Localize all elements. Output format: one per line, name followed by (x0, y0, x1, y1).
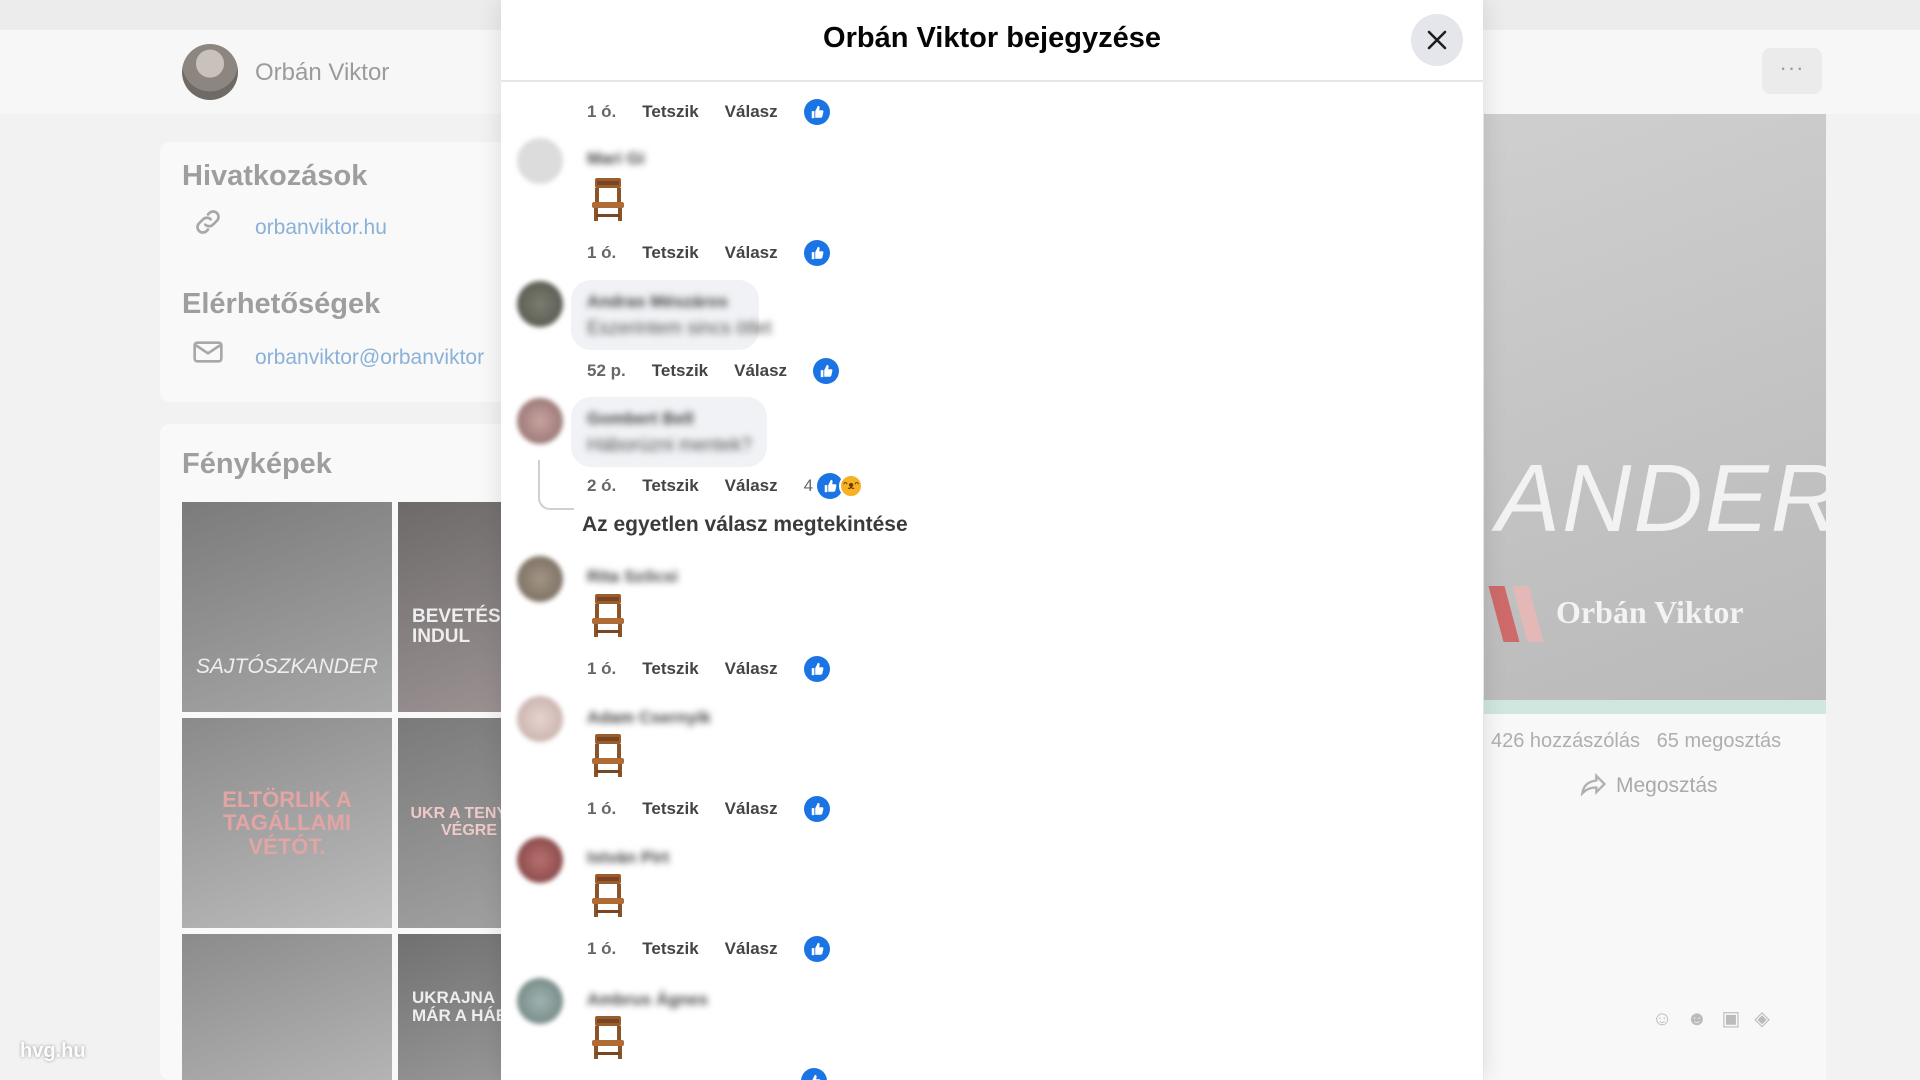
avatar[interactable] (517, 138, 563, 184)
like-button[interactable]: Tetszik (642, 939, 698, 959)
photo-thumbnail[interactable]: ELTÖRLIK A TAGÁLLAMI VÉTÓT. (182, 718, 392, 928)
reply-button[interactable]: Válasz (725, 243, 778, 263)
close-button[interactable] (1411, 14, 1463, 66)
chair-icon (589, 592, 627, 637)
chair-icon (589, 732, 627, 777)
reply-connector (538, 460, 574, 510)
post-image-brand: Orbán Viktor (1556, 594, 1744, 630)
chair-icon (589, 1014, 627, 1059)
like-reaction-icon[interactable] (803, 99, 830, 125)
reply-button[interactable]: Válasz (725, 476, 778, 496)
gif-icon[interactable]: ▣ (1721, 1008, 1754, 1030)
email-link[interactable]: orbanviktor@orbanviktor (255, 346, 484, 370)
avatar[interactable] (517, 696, 563, 742)
like-button[interactable]: Tetszik (642, 243, 698, 263)
close-icon (1427, 30, 1447, 50)
post-stats: 426 hozzászólás 65 megosztás (1491, 730, 1781, 753)
comment-meta: 52 p. Tetszik Válasz (587, 358, 840, 384)
comment-meta (801, 1068, 827, 1080)
reaction-count[interactable]: 4 (804, 476, 813, 496)
comment-author[interactable]: Rita Szőcsi (587, 567, 678, 587)
contact-title: Elérhetőségek (182, 288, 381, 320)
comment-count[interactable]: 426 hozzászólás (1491, 730, 1640, 752)
like-button[interactable]: Tetszik (642, 102, 698, 122)
mail-icon (192, 338, 224, 373)
haha-reaction-icon[interactable]: ᵔᴥᵔ (839, 474, 864, 498)
modal-title: Orbán Viktor bejegyzése (823, 22, 1161, 54)
comment-meta: 1 ó. Tetszik Válasz (587, 240, 830, 266)
comment-meta: 1 ó. Tetszik Válasz (587, 99, 830, 125)
chair-icon (589, 176, 627, 221)
reply-button[interactable]: Válasz (725, 939, 778, 959)
post-modal: Orbán Viktor bejegyzése 1 ó. Tetszik Vál… (501, 0, 1483, 1080)
like-reaction-icon[interactable] (803, 936, 830, 962)
share-label: Megosztás (1616, 774, 1718, 797)
links-title: Hivatkozások (182, 160, 368, 192)
website-link[interactable]: orbanviktor.hu (255, 216, 387, 240)
photo-thumbnail[interactable]: SAJTÓSZKANDER (182, 502, 392, 712)
brand-logo-icon (1496, 586, 1548, 642)
comment-time[interactable]: 1 ó. (587, 939, 616, 959)
like-button[interactable]: Tetszik (642, 799, 698, 819)
sticker-icon[interactable]: ☺ (1652, 1008, 1686, 1030)
reply-button[interactable]: Válasz (725, 659, 778, 679)
comment-time[interactable]: 52 p. (587, 361, 626, 381)
like-button[interactable]: Tetszik (652, 361, 708, 381)
comment-author[interactable]: Mari Gi (587, 149, 645, 169)
avatar[interactable] (517, 837, 563, 883)
post-image-bottom-band (1484, 700, 1826, 714)
like-reaction-icon[interactable] (813, 358, 840, 384)
comment-meta: 1 ó. Tetszik Válasz (587, 796, 830, 822)
comment-author[interactable]: István Pirt (587, 848, 669, 868)
comment-time[interactable]: 2 ó. (587, 476, 616, 496)
like-reaction-icon[interactable] (803, 656, 830, 682)
comment-text: Eszerintem sincs ötlet (587, 318, 772, 339)
share-button[interactable]: Megosztás (1580, 772, 1718, 798)
share-count[interactable]: 65 megosztás (1657, 730, 1782, 752)
links-card: Hivatkozások orbanviktor.hu Elérhetősége… (160, 142, 540, 402)
watermark: hvg.hu (20, 1040, 86, 1062)
comment-text: Háborúzni mentek? (587, 435, 752, 456)
comment-author[interactable]: Ambrus Ágnes (587, 990, 708, 1010)
comment-meta: 2 ó. Tetszik Válasz 4 ᵔᴥᵔ (587, 473, 864, 499)
chair-icon (589, 872, 627, 917)
more-options-button[interactable]: ··· (1762, 48, 1822, 94)
reply-button[interactable]: Válasz (725, 799, 778, 819)
profile-avatar[interactable] (182, 44, 238, 100)
link-icon (192, 206, 224, 245)
like-button[interactable]: Tetszik (642, 659, 698, 679)
share-icon (1580, 773, 1607, 797)
post-image[interactable]: ANDER Orbán Viktor (1484, 114, 1840, 700)
reply-button[interactable]: Válasz (725, 102, 778, 122)
like-reaction-icon[interactable] (803, 240, 830, 266)
comment-list: 1 ó. Tetszik Válasz Mari Gi 1 ó. Tetszik… (501, 84, 1483, 1080)
post-image-overlay-text: ANDER (1496, 445, 1843, 552)
comment-time[interactable]: 1 ó. (587, 243, 616, 263)
like-reaction-icon[interactable] (803, 796, 830, 822)
sticker-alt-icon[interactable]: ◈ (1754, 1008, 1783, 1030)
comment-author[interactable]: Adam Csernyik (587, 708, 711, 728)
avatar[interactable] (517, 281, 563, 327)
like-button[interactable]: Tetszik (642, 476, 698, 496)
comment-time[interactable]: 1 ó. (587, 659, 616, 679)
photos-title: Fényképek (182, 448, 332, 480)
avatar[interactable] (517, 398, 563, 444)
emoji-icon[interactable]: ☻ (1686, 1008, 1721, 1030)
photo-thumbnail[interactable] (182, 934, 392, 1080)
view-replies-link[interactable]: Az egyetlen válasz megtekintése (582, 513, 908, 537)
comment-author[interactable]: Andras Mészáros (587, 292, 728, 312)
comment-time[interactable]: 1 ó. (587, 799, 616, 819)
modal-header: Orbán Viktor bejegyzése (501, 0, 1483, 82)
comment-meta: 1 ó. Tetszik Válasz (587, 936, 830, 962)
reply-button[interactable]: Válasz (734, 361, 787, 381)
like-reaction-icon[interactable] (801, 1068, 827, 1080)
comment-author[interactable]: Gombert Bell (587, 409, 694, 429)
profile-name[interactable]: Orbán Viktor (255, 59, 389, 87)
composer-icons: ☺☻▣◈ (1652, 1006, 1784, 1031)
photos-card: Fényképek SAJTÓSZKANDER BEVETÉS INDUL EL… (160, 424, 540, 1080)
comment-time[interactable]: 1 ó. (587, 102, 616, 122)
comment-meta: 1 ó. Tetszik Válasz (587, 656, 830, 682)
avatar[interactable] (517, 978, 563, 1024)
avatar[interactable] (517, 556, 563, 602)
